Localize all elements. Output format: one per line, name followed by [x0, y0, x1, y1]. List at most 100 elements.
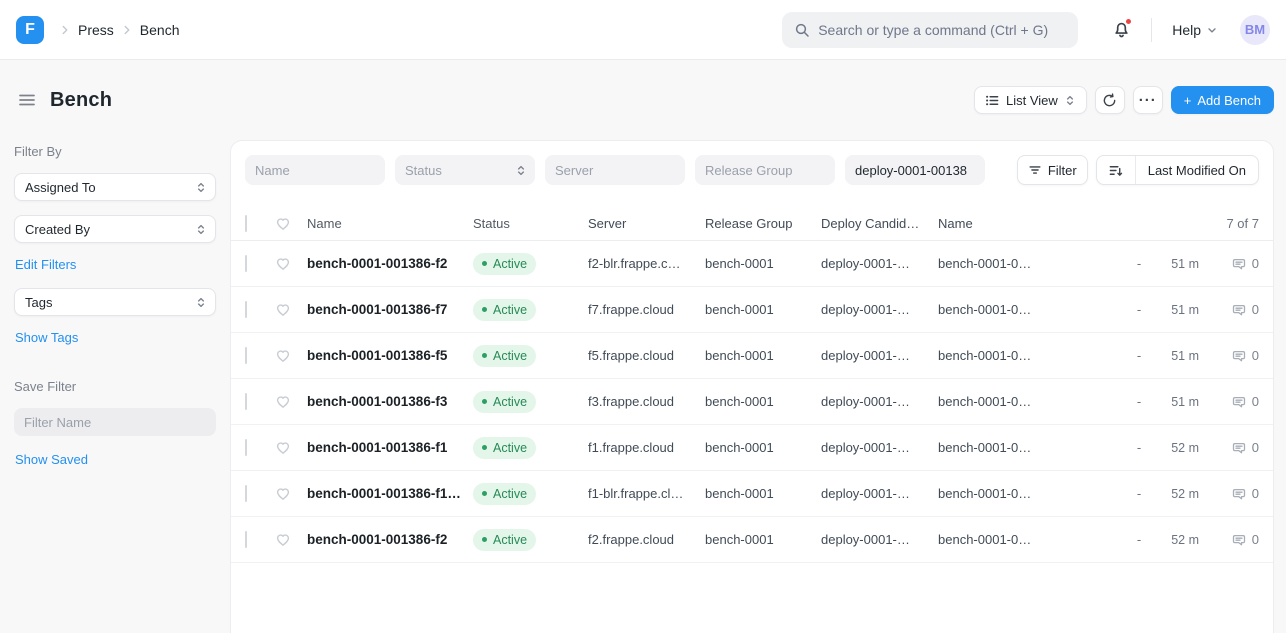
status-badge: Active: [473, 529, 536, 551]
row-checkbox[interactable]: [245, 439, 247, 456]
bench-name[interactable]: bench-0001-001386-f7: [307, 302, 473, 317]
name-filter-input[interactable]: [245, 155, 385, 185]
modified-time-cell: 52 m: [1151, 441, 1199, 455]
bench-name[interactable]: bench-0001-001386-f5: [307, 348, 473, 363]
favorite-heart-icon[interactable]: [275, 532, 291, 547]
comments-cell[interactable]: 0: [1215, 486, 1259, 502]
bench-name[interactable]: bench-0001-001386-f2: [307, 532, 473, 547]
row-checkbox[interactable]: [245, 255, 247, 272]
more-options-button[interactable]: ···: [1133, 86, 1163, 114]
breadcrumb-press[interactable]: Press: [78, 22, 114, 38]
frappe-logo-icon[interactable]: F: [16, 16, 44, 44]
status-dot-icon: [482, 307, 487, 312]
deploy-candidate-cell: deploy-0001-…: [821, 532, 938, 547]
comment-icon: [1231, 486, 1247, 502]
column-header-release-group[interactable]: Release Group: [705, 216, 821, 231]
bench-name[interactable]: bench-0001-001386-f2: [307, 256, 473, 271]
empty-value-cell: -: [1127, 302, 1151, 317]
view-selector-button[interactable]: List View: [974, 86, 1087, 114]
show-saved-link[interactable]: Show Saved: [15, 452, 88, 467]
filter-by-label: Filter By: [14, 144, 216, 159]
help-menu[interactable]: Help: [1172, 22, 1218, 38]
table-row[interactable]: bench-0001-001386-f3 Active f3.frappe.cl…: [231, 379, 1273, 425]
chevron-right-icon: [120, 23, 134, 37]
add-bench-button[interactable]: + Add Bench: [1171, 86, 1274, 114]
comments-cell[interactable]: 0: [1215, 348, 1259, 364]
row-checkbox[interactable]: [245, 301, 247, 318]
tags-select[interactable]: Tags: [14, 288, 216, 316]
favorite-heart-icon[interactable]: [275, 440, 291, 455]
column-header-deploy-candidate[interactable]: Deploy Candid…: [821, 216, 938, 231]
row-checkbox[interactable]: [245, 531, 247, 548]
favorite-heart-icon[interactable]: [275, 256, 291, 271]
table-row[interactable]: bench-0001-001386-f1… Active f1-blr.frap…: [231, 471, 1273, 517]
sort-icon[interactable]: [1097, 156, 1135, 184]
bench-name[interactable]: bench-0001-001386-f1…: [307, 486, 473, 501]
table-row[interactable]: bench-0001-001386-f2 Active f2-blr.frapp…: [231, 241, 1273, 287]
filter-button-label: Filter: [1048, 163, 1077, 178]
name2-cell: bench-0001-0…: [938, 440, 1127, 455]
column-header-name2[interactable]: Name: [938, 216, 1129, 231]
search-icon: [794, 22, 810, 38]
status-badge: Active: [473, 253, 536, 275]
sidebar-toggle-icon[interactable]: [16, 90, 38, 110]
comment-icon: [1231, 256, 1247, 272]
comments-cell[interactable]: 0: [1215, 394, 1259, 410]
favorite-heart-icon[interactable]: [275, 302, 291, 317]
select-all-checkbox[interactable]: [245, 215, 247, 232]
created-by-select[interactable]: Created By: [14, 215, 216, 243]
table-row[interactable]: bench-0001-001386-f1 Active f1.frappe.cl…: [231, 425, 1273, 471]
navbar-actions: Help BM: [1112, 15, 1270, 45]
release-group-filter-input[interactable]: [695, 155, 835, 185]
comments-cell[interactable]: 0: [1215, 440, 1259, 456]
breadcrumb-bench[interactable]: Bench: [140, 22, 180, 38]
assigned-to-select[interactable]: Assigned To: [14, 173, 216, 201]
filter-button[interactable]: Filter: [1017, 155, 1088, 185]
server-filter-input[interactable]: [545, 155, 685, 185]
comments-cell[interactable]: 0: [1215, 256, 1259, 272]
search-input[interactable]: [818, 22, 1066, 38]
deploy-candidate-cell: deploy-0001-…: [821, 394, 938, 409]
favorite-heart-icon[interactable]: [275, 348, 291, 363]
chevron-updown-icon: [195, 223, 207, 236]
sort-field-button[interactable]: Last Modified On: [1135, 156, 1258, 184]
row-checkbox[interactable]: [245, 485, 247, 502]
command-search[interactable]: [782, 12, 1078, 48]
comment-count: 0: [1252, 394, 1259, 409]
bench-name[interactable]: bench-0001-001386-f1: [307, 440, 473, 455]
filter-name-input[interactable]: [14, 408, 216, 436]
status-cell: Active: [473, 253, 588, 275]
column-header-server[interactable]: Server: [588, 216, 705, 231]
comments-cell[interactable]: 0: [1215, 302, 1259, 318]
edit-filters-link[interactable]: Edit Filters: [15, 257, 76, 272]
column-header-status[interactable]: Status: [473, 216, 588, 231]
comment-icon: [1231, 532, 1247, 548]
status-badge: Active: [473, 299, 536, 321]
refresh-button[interactable]: [1095, 86, 1125, 114]
view-selector-label: List View: [1006, 93, 1058, 108]
row-checkbox[interactable]: [245, 347, 247, 364]
name2-cell: bench-0001-0…: [938, 532, 1127, 547]
avatar[interactable]: BM: [1240, 15, 1270, 45]
table-row[interactable]: bench-0001-001386-f5 Active f5.frappe.cl…: [231, 333, 1273, 379]
server-cell: f7.frappe.cloud: [588, 302, 705, 317]
column-header-name[interactable]: Name: [307, 216, 473, 231]
ellipsis-icon: ···: [1139, 93, 1157, 108]
filter-lines-icon: [1028, 163, 1042, 177]
release-group-cell: bench-0001: [705, 440, 821, 455]
favorite-heart-icon[interactable]: [275, 486, 291, 501]
bench-name[interactable]: bench-0001-001386-f3: [307, 394, 473, 409]
deploy-candidate-filter-value[interactable]: deploy-0001-00138: [845, 155, 985, 185]
notifications-bell-icon[interactable]: [1112, 20, 1131, 39]
name2-cell: bench-0001-0…: [938, 256, 1127, 271]
comments-cell[interactable]: 0: [1215, 532, 1259, 548]
row-checkbox[interactable]: [245, 393, 247, 410]
comment-icon: [1231, 302, 1247, 318]
table-row[interactable]: bench-0001-001386-f7 Active f7.frappe.cl…: [231, 287, 1273, 333]
favorite-heart-icon[interactable]: [275, 394, 291, 409]
chevron-updown-icon: [1064, 94, 1076, 107]
show-tags-link[interactable]: Show Tags: [15, 330, 78, 345]
status-filter-select[interactable]: Status: [395, 155, 535, 185]
modified-time-cell: 51 m: [1151, 349, 1199, 363]
table-row[interactable]: bench-0001-001386-f2 Active f2.frappe.cl…: [231, 517, 1273, 563]
